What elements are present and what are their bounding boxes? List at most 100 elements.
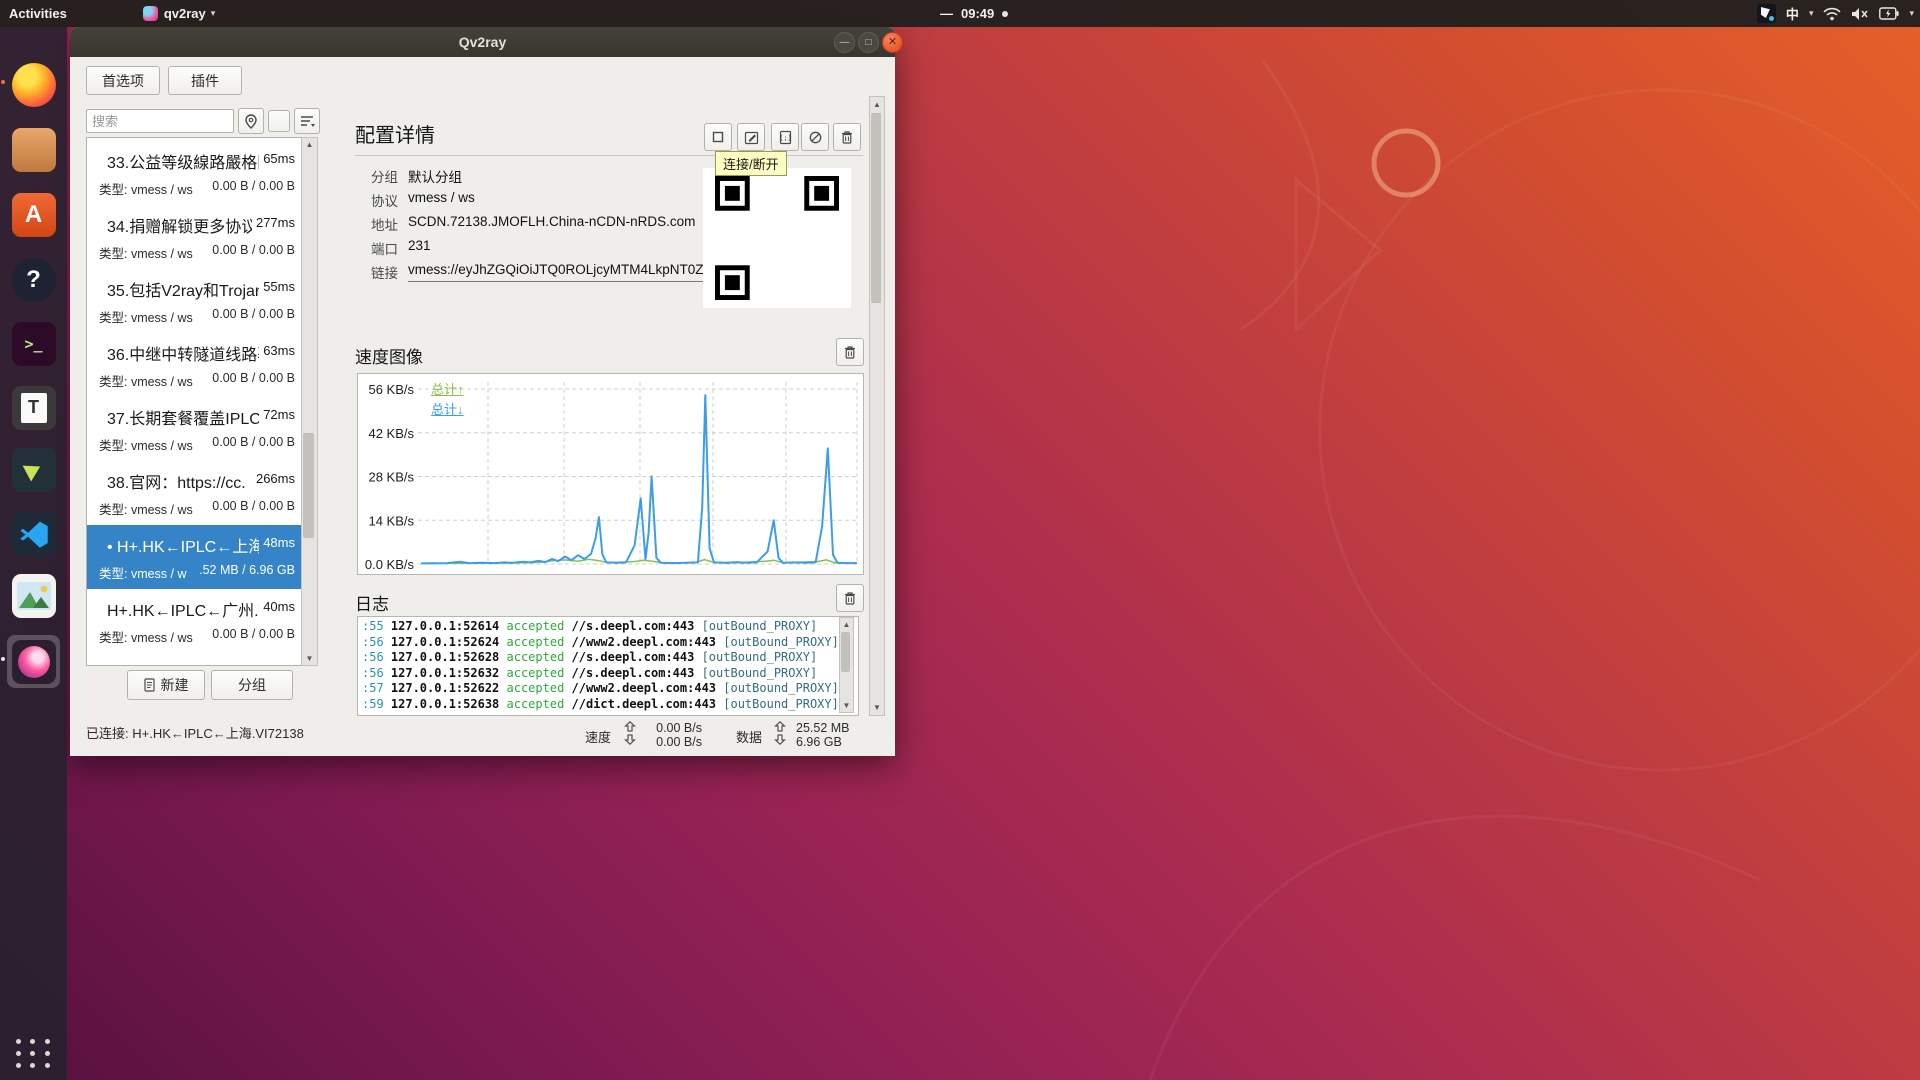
- terminal-icon: >_: [12, 322, 56, 366]
- server-list-item[interactable]: H+.HK←IPLC←广州.V40ms类型: vmess / ws0.00 B …: [87, 589, 301, 653]
- preferences-button[interactable]: 首选项: [86, 66, 160, 95]
- scroll-down-icon[interactable]: ▼: [870, 703, 884, 712]
- connect-disconnect-button[interactable]: [704, 123, 732, 151]
- window-titlebar[interactable]: Qv2ray: [70, 27, 895, 57]
- updown-arrows-icon: [772, 721, 790, 745]
- dock-item-ubuntu-software[interactable]: A: [7, 188, 60, 241]
- log-status: accepted: [507, 666, 572, 680]
- slashed-circle-icon: [808, 130, 823, 145]
- gnome-top-bar: Activities qv2ray ▾ — 09:49 中 ▾ ▾: [0, 0, 1920, 27]
- speed-down-value: 0.00 B/s: [646, 735, 702, 749]
- server-list-item[interactable]: 38.官网：https://cc.266ms类型: vmess / ws0.00…: [87, 461, 301, 525]
- log-source: 127.0.0.1:52638: [391, 697, 507, 711]
- server-type: 类型: vmess / w: [99, 563, 187, 582]
- server-name: H+.HK←IPLC←广州.V: [107, 597, 259, 621]
- scroll-up-icon[interactable]: ▲: [870, 100, 884, 109]
- svg-text:{;}: {;}: [779, 134, 792, 142]
- dock-item-firefox[interactable]: [7, 58, 60, 111]
- legend-total-download[interactable]: 总计↓: [431, 400, 464, 419]
- log-scrollbar[interactable]: ▲ ▼: [839, 617, 854, 713]
- clock[interactable]: — 09:49: [940, 0, 1008, 27]
- config-detail-row: 分组默认分组: [368, 166, 462, 186]
- updown-arrows-icon: [622, 721, 640, 745]
- test-latency-button[interactable]: [801, 123, 829, 151]
- new-config-label: 新建: [161, 675, 189, 695]
- svg-text:14 KB/s: 14 KB/s: [368, 513, 414, 528]
- dock-item-send-app[interactable]: [7, 443, 60, 496]
- new-config-button[interactable]: 新建: [127, 670, 205, 700]
- plugins-button[interactable]: 插件: [168, 66, 242, 95]
- dock-item-terminal[interactable]: >_: [7, 317, 60, 370]
- maximize-button[interactable]: □: [858, 32, 879, 53]
- server-traffic: 0.00 B / 0.00 B: [212, 435, 295, 454]
- scroll-up-icon[interactable]: ▲: [302, 140, 317, 149]
- close-button[interactable]: ✕: [882, 32, 903, 53]
- input-method-icon[interactable]: [1757, 4, 1776, 23]
- scrollbar-thumb[interactable]: [303, 433, 314, 538]
- edit-json-button[interactable]: {;}: [771, 123, 799, 151]
- chevron-down-icon: ▾: [211, 8, 216, 19]
- server-list-item[interactable]: 37.长期套餐覆盖IPLC专72ms类型: vmess / ws0.00 B /…: [87, 397, 301, 461]
- panel-scrollbar[interactable]: ▲ ▼: [869, 96, 885, 716]
- sort-button[interactable]: [294, 108, 320, 134]
- app-menu[interactable]: qv2ray ▾: [134, 0, 224, 27]
- config-detail-row: 链接 vmess://eyJhZGQiOiJTQ0ROLjcyMTM4LkpNT0…: [368, 262, 708, 282]
- running-indicator-dot: [1, 657, 5, 661]
- server-ping: 277ms: [252, 213, 295, 237]
- log-status: accepted: [507, 681, 572, 695]
- server-name: 35.包括V2ray和Trojan: [107, 277, 259, 301]
- latency-test-button[interactable]: [238, 108, 264, 134]
- config-detail-row: 协议vmess / ws: [368, 190, 475, 210]
- scroll-down-icon[interactable]: ▼: [840, 701, 853, 710]
- dock-item-text-editor[interactable]: T: [7, 381, 60, 434]
- clear-log-button[interactable]: [836, 584, 864, 612]
- scrollbar-thumb[interactable]: [871, 113, 881, 303]
- detail-label: 链接: [368, 262, 398, 282]
- log-source: 127.0.0.1:52632: [391, 666, 507, 680]
- server-list-scrollbar[interactable]: ▲ ▼: [301, 137, 318, 666]
- server-list-item[interactable]: H+.SG←IPLC←上海: [87, 653, 301, 666]
- server-list-item[interactable]: • H+.HK←IPLC←上海48ms类型: vmess / w.52 MB /…: [87, 525, 301, 589]
- window-title: Qv2ray: [459, 34, 506, 50]
- scroll-down-icon[interactable]: ▼: [302, 654, 317, 663]
- dock-item-qv2ray[interactable]: [7, 635, 60, 688]
- dock-item-vscode[interactable]: [7, 507, 60, 560]
- dock-item-files[interactable]: [7, 123, 60, 176]
- server-list-item[interactable]: 33.公益等级線路嚴格限65ms类型: vmess / ws0.00 B / 0…: [87, 141, 301, 205]
- ime-language-label[interactable]: 中: [1786, 4, 1799, 23]
- server-type: 类型: vmess / ws: [99, 179, 193, 198]
- group-button[interactable]: 分组: [211, 670, 293, 700]
- blank-button[interactable]: [268, 110, 290, 132]
- dock: A ? >_ T: [0, 27, 67, 1080]
- log-output[interactable]: :55 127.0.0.1:52614 accepted //s.deepl.c…: [357, 616, 859, 716]
- clear-graph-button[interactable]: [836, 338, 864, 366]
- system-status-area[interactable]: 中 ▾ ▾: [1757, 0, 1914, 27]
- scrollbar-thumb[interactable]: [841, 632, 850, 672]
- dock-item-help[interactable]: ?: [7, 253, 60, 306]
- activities-button[interactable]: Activities: [0, 0, 76, 27]
- search-input[interactable]: [86, 109, 234, 133]
- chevron-down-icon: ▾: [1809, 8, 1814, 19]
- server-name: • H+.HK←IPLC←上海: [107, 533, 259, 557]
- dock-item-image-viewer[interactable]: [7, 569, 60, 622]
- qv2ray-icon: [12, 640, 56, 684]
- data-up-value: 25.52 MB: [796, 721, 858, 735]
- server-list-item[interactable]: 34.捐赠解锁更多协议277ms类型: vmess / ws0.00 B / 0…: [87, 205, 301, 269]
- log-status: accepted: [507, 619, 572, 633]
- location-pin-icon: [244, 114, 258, 129]
- log-status: accepted: [507, 650, 572, 664]
- minimize-button[interactable]: —: [834, 32, 855, 53]
- section-separator: [355, 155, 863, 156]
- edit-config-button[interactable]: [737, 123, 765, 151]
- share-link-field[interactable]: vmess://eyJhZGQiOiJTQ0ROLjcyMTM4LkpNT0ZM…: [408, 262, 708, 282]
- scroll-up-icon[interactable]: ▲: [840, 620, 853, 629]
- delete-config-button[interactable]: [833, 123, 861, 151]
- server-list-item[interactable]: 35.包括V2ray和Trojan55ms类型: vmess / ws0.00 …: [87, 269, 301, 333]
- server-name: 36.中继中转隧道线路覆: [107, 341, 259, 365]
- data-status-label: 数据: [736, 727, 762, 746]
- show-applications-button[interactable]: [15, 1035, 51, 1071]
- legend-total-upload[interactable]: 总计↑: [431, 380, 464, 399]
- server-type: 类型: vmess / ws: [99, 371, 193, 390]
- log-outbound-tag: [outBound_PROXY]: [702, 619, 818, 633]
- server-list-item[interactable]: 36.中继中转隧道线路覆63ms类型: vmess / ws0.00 B / 0…: [87, 333, 301, 397]
